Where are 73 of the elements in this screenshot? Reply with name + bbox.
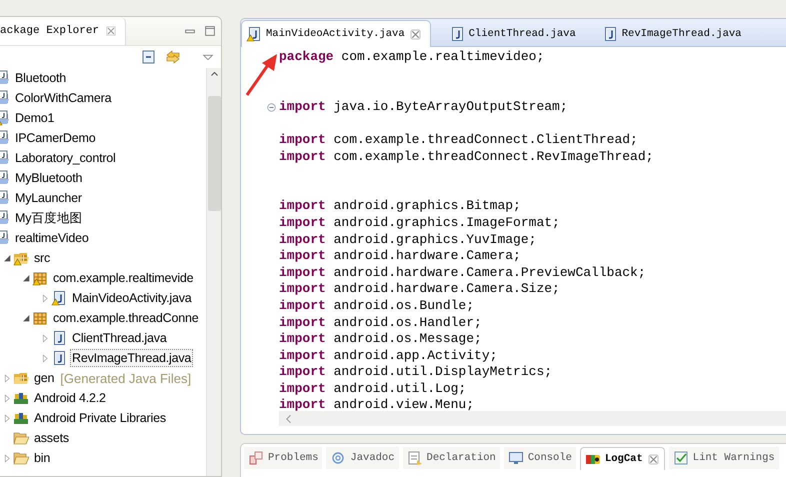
monitor-icon xyxy=(508,450,524,466)
tree-item[interactable]: gen xyxy=(32,369,56,387)
close-icon[interactable] xyxy=(646,452,660,466)
editor-tab[interactable]: ClientThread.java xyxy=(444,21,584,46)
tree-item[interactable]: Bluetooth xyxy=(13,69,68,87)
tree-item[interactable]: assets xyxy=(32,429,71,447)
tree-item[interactable]: MyLauncher xyxy=(13,189,84,207)
code-line: import android.util.DisplayMetrics; xyxy=(279,364,554,381)
code-line: import android.hardware.Camera.Size; xyxy=(279,281,561,298)
tree-item[interactable]: com.example.threadConne xyxy=(51,309,200,327)
tree-item[interactable]: MainVideoActivity.java xyxy=(70,289,194,307)
document-icon xyxy=(406,450,423,466)
code-line: import android.hardware.Camera; xyxy=(279,248,522,265)
code-line: import android.graphics.Bitmap; xyxy=(279,198,522,215)
collapsed-arrow-icon[interactable] xyxy=(3,374,12,382)
expanded-arrow-icon[interactable] xyxy=(22,314,31,322)
panel-tab[interactable]: LogCat xyxy=(580,447,665,470)
code-line: import java.io.ByteArrayOutputStream; xyxy=(279,98,569,116)
expanded-arrow-icon[interactable] xyxy=(3,254,12,262)
tree-item[interactable]: My百度地图 xyxy=(13,209,84,227)
scrollbar[interactable] xyxy=(206,68,221,476)
panel-tab[interactable]: Console xyxy=(504,447,576,469)
tree-item[interactable]: realtimeVideo xyxy=(13,229,91,247)
link-arrows-icon[interactable] xyxy=(165,49,181,65)
code-line: package com.example.realtimevideo; xyxy=(279,49,546,66)
tree-item[interactable]: bin xyxy=(32,449,52,467)
view-tab[interactable]: ackage Explorer xyxy=(0,17,126,45)
collapsed-arrow-icon[interactable] xyxy=(3,394,12,402)
collapsed-arrow-icon[interactable] xyxy=(41,294,50,302)
code-line: import android.os.Handler; xyxy=(279,314,483,332)
maximize-icon[interactable] xyxy=(203,24,217,38)
tree-item[interactable]: ColorWithCamera xyxy=(13,89,114,107)
tree-item[interactable]: RevImageThread.java xyxy=(70,349,194,367)
panel-tab[interactable]: Lint Warnings xyxy=(668,447,779,469)
scroll-thumb[interactable] xyxy=(208,96,220,211)
code-line: import android.util.Log; xyxy=(279,380,468,398)
close-icon[interactable] xyxy=(408,28,422,40)
collapsed-arrow-icon[interactable] xyxy=(3,414,12,422)
code-line: import android.os.Message; xyxy=(279,331,483,348)
collapsed-arrow-icon[interactable] xyxy=(41,334,50,342)
code-line: import android.view.Menu; xyxy=(279,397,476,414)
checkbox-icon xyxy=(672,450,689,466)
annotation-arrow xyxy=(246,54,277,96)
fold-icon[interactable] xyxy=(266,102,277,113)
code-line: import android.graphics.YuvImage; xyxy=(279,232,538,248)
tree-item[interactable]: Android Private Libraries xyxy=(32,409,168,427)
panel-tab[interactable]: Declaration xyxy=(402,447,500,469)
tree-item[interactable]: ClientThread.java xyxy=(70,329,169,347)
code-line: import com.example.threadConnect.ClientThread; xyxy=(279,132,639,149)
problems-icon xyxy=(248,450,264,466)
collapse-all-icon[interactable] xyxy=(141,49,157,65)
tree-item[interactable]: src xyxy=(32,249,52,267)
code-line: import android.os.Bundle; xyxy=(279,298,476,314)
tree-item[interactable]: MyBluetooth xyxy=(13,169,84,187)
tree-item[interactable]: com.example.realtimevide xyxy=(51,269,196,287)
close-icon xyxy=(105,25,118,37)
tree-item-decoration: [Generated Java Files] xyxy=(60,370,192,386)
collapsed-arrow-icon[interactable] xyxy=(41,354,50,362)
code-line: import android.app.Activity; xyxy=(279,348,498,364)
editor-tab[interactable]: MainVideoActivity.java xyxy=(241,20,431,47)
expanded-arrow-icon[interactable] xyxy=(22,274,31,282)
tree-item[interactable]: IPCamerDemo xyxy=(13,129,98,147)
panel-tab[interactable]: Problems xyxy=(244,447,322,469)
collapsed-arrow-icon[interactable] xyxy=(3,454,12,462)
tree-item[interactable]: Android 4.2.2 xyxy=(32,389,108,407)
code-line: import com.example.threadConnect.RevImageThread; xyxy=(279,148,654,166)
code-line: import android.hardware.Camera.PreviewCallback; xyxy=(279,264,647,282)
tree-item[interactable]: Laboratory_control xyxy=(13,149,118,167)
tree-item[interactable]: Demo1 xyxy=(13,109,56,127)
horizontal-scrollbar[interactable] xyxy=(279,411,786,426)
panel-tab[interactable]: Javadoc xyxy=(326,447,399,469)
code-line: import android.graphics.ImageFormat; xyxy=(279,214,561,232)
editor-tab[interactable]: RevImageThread.java xyxy=(598,21,750,46)
